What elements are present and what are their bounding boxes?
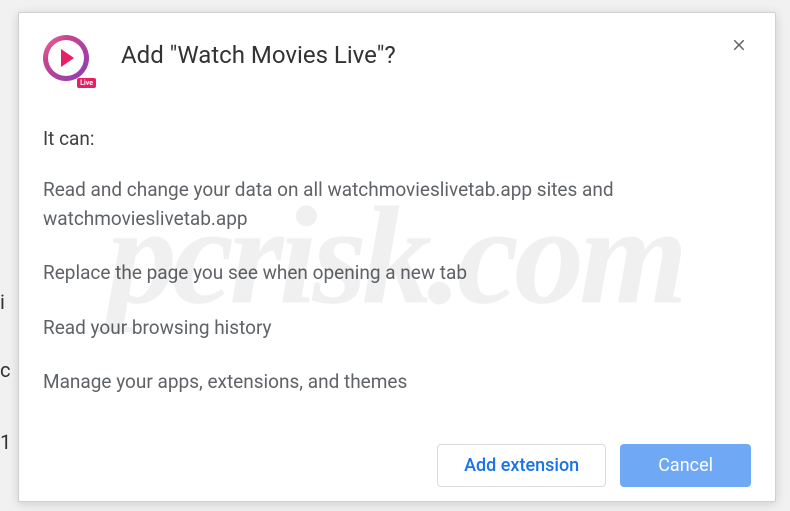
permission-item: Manage your apps, extensions, and themes [43,368,751,397]
permission-item: Replace the page you see when opening a … [43,259,751,288]
background-text: 1 [0,430,11,454]
permission-item: Read and change your data on all watchmo… [43,176,751,233]
add-extension-button[interactable]: Add extension [437,444,606,487]
dialog-header: Live Add "Watch Movies Live"? [19,13,775,85]
extension-install-dialog: Live Add "Watch Movies Live"? It can: Re… [18,12,776,502]
close-icon [730,36,748,54]
permission-item: Read your browsing history [43,314,751,343]
dialog-body: It can: Read and change your data on all… [19,85,775,397]
dialog-footer: Add extension Cancel [437,444,751,487]
dialog-title: Add "Watch Movies Live"? [121,41,396,69]
permissions-intro: It can: [43,127,751,150]
play-icon [61,49,74,67]
cancel-button[interactable]: Cancel [620,444,751,487]
live-badge: Live [77,78,96,88]
close-button[interactable] [725,31,753,59]
background-text: i [0,290,5,314]
extension-icon: Live [43,35,93,85]
background-text: c [0,358,10,382]
